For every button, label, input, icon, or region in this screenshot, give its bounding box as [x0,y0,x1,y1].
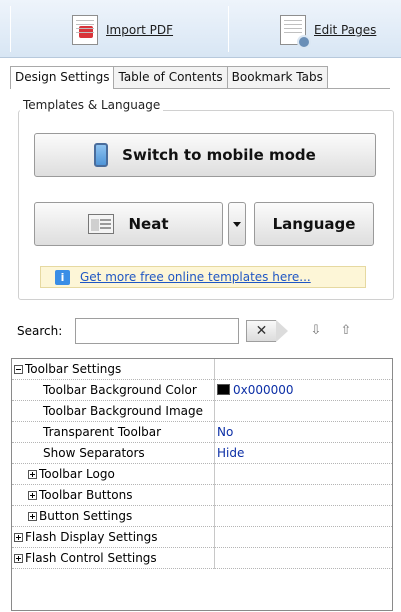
expand-icon[interactable] [14,554,23,563]
expand-icon[interactable] [28,512,37,521]
expand-icon[interactable] [28,491,37,500]
collapse-icon[interactable] [14,365,23,374]
property-grid: Toolbar Settings Toolbar Background Colo… [11,358,393,611]
templates-group-title: Templates & Language [20,98,164,112]
tab-design-settings[interactable]: Design Settings [10,66,115,89]
sort-categorized-icon[interactable]: ⇩ [306,321,326,341]
pdf-file-icon [72,15,98,45]
property-value[interactable]: 0x000000 [217,380,294,401]
color-swatch [217,384,230,395]
property-name: Toolbar Logo [12,464,215,485]
property-row[interactable]: Transparent Toolbar No [12,422,392,443]
property-name: Flash Control Settings [12,548,215,569]
import-pdf-label: Import PDF [106,23,174,37]
edit-pages-button[interactable]: Edit Pages [270,7,386,53]
property-name: Toolbar Settings [12,359,215,380]
property-name: Flash Display Settings [12,527,215,548]
clear-search-button[interactable]: ✕ [246,320,292,342]
info-icon: i [55,269,70,285]
property-value[interactable]: No [217,422,233,443]
clear-button-arrow [276,320,288,342]
chevron-down-icon [233,221,241,227]
more-templates-link[interactable]: Get more free online templates here... [80,270,311,284]
close-icon: ✕ [246,320,276,342]
property-name: Show Separators [12,443,215,464]
language-button[interactable]: Language [254,202,374,246]
template-name-label: Neat [128,215,169,233]
template-neat-button[interactable]: Neat [34,202,223,246]
property-name: Button Settings [12,506,215,527]
property-row[interactable]: Toolbar Background Image [12,401,392,422]
template-dropdown-button[interactable] [228,202,246,246]
property-row[interactable]: Toolbar Logo [12,464,392,485]
edit-pages-label: Edit Pages [314,23,377,37]
property-value[interactable]: Hide [217,443,244,464]
more-templates-bar: i Get more free online templates here... [40,266,366,288]
property-name: Transparent Toolbar [12,422,215,443]
search-label: Search: [17,324,63,338]
tab-bookmark-tabs[interactable]: Bookmark Tabs [226,66,328,88]
property-name: Toolbar Background Color [12,380,215,401]
property-row[interactable]: Button Settings [12,506,392,527]
switch-mobile-mode-button[interactable]: Switch to mobile mode [34,133,376,177]
property-row[interactable]: Toolbar Settings [12,359,392,380]
tab-table-of-contents[interactable]: Table of Contents [113,66,228,88]
property-name: Toolbar Background Image [12,401,215,422]
search-input[interactable] [75,318,239,344]
property-row[interactable]: Toolbar Background Color 0x000000 [12,380,392,401]
expand-icon[interactable] [14,533,23,542]
property-row[interactable]: Toolbar Buttons [12,485,392,506]
toolbar-separator [228,6,229,52]
expand-icon[interactable] [28,470,37,479]
settings-tabs: Design Settings Table of Contents Bookma… [10,66,328,89]
sort-alphabetical-icon[interactable]: ⇧ [336,321,356,341]
edit-pages-icon [280,15,311,49]
property-row[interactable]: Show Separators Hide [12,443,392,464]
property-row[interactable]: Flash Control Settings [12,548,392,569]
toolbar-separator [10,6,11,52]
import-pdf-button[interactable]: Import PDF [62,7,183,53]
template-layout-icon [88,214,115,234]
property-row[interactable]: Flash Display Settings [12,527,392,548]
language-label: Language [272,215,356,233]
mobile-phone-icon [94,143,109,167]
property-name: Toolbar Buttons [12,485,215,506]
switch-mobile-mode-label: Switch to mobile mode [122,146,316,164]
top-toolbar: Import PDF Edit Pages [0,0,401,58]
